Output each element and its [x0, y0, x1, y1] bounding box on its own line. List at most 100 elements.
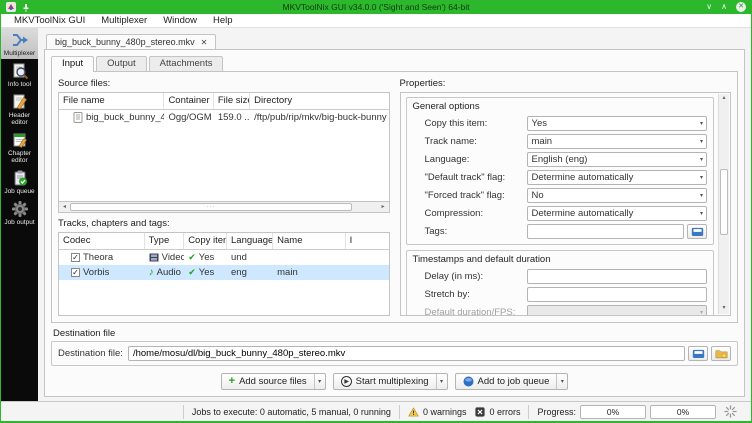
sidebar-item-header-editor[interactable]: Header editor — [1, 90, 38, 128]
scroll-left-icon[interactable]: ◂ — [59, 202, 70, 212]
scrollbar-thumb[interactable] — [720, 168, 728, 235]
scroll-down-icon[interactable]: ▾ — [719, 304, 729, 314]
tracks-label: Tracks, chapters and tags: — [58, 218, 170, 229]
chapter-editor-icon — [13, 133, 27, 148]
destination-file-input[interactable] — [127, 346, 685, 361]
close-button[interactable]: ✕ — [736, 2, 746, 12]
video-icon — [149, 253, 159, 262]
horizontal-scrollbar[interactable]: ◂ ··· ▸ — [58, 202, 390, 213]
group-title: Timestamps and default duration — [412, 254, 551, 265]
menu-bar: MKVToolNix GUI Multiplexer Window Help — [1, 14, 751, 28]
delay-input[interactable] — [526, 269, 707, 284]
sidebar-item-label: Header editor — [8, 112, 31, 126]
stretch-by-input[interactable] — [526, 287, 707, 302]
add-source-files-button[interactable]: + Add source files ▾ — [220, 372, 326, 390]
column-header-file-size[interactable]: File size — [214, 93, 251, 109]
column-header-id[interactable]: I — [346, 233, 389, 249]
column-header-type[interactable]: Type — [145, 233, 185, 249]
destination-browse-button[interactable] — [688, 346, 708, 361]
destination-folder-button[interactable] — [711, 346, 731, 361]
menu-multiplexer[interactable]: Multiplexer — [94, 14, 154, 27]
menu-window[interactable]: Window — [156, 14, 204, 27]
start-multiplexing-button[interactable]: ▶ Start multiplexing ▾ — [332, 372, 448, 390]
sidebar-item-info-tool[interactable]: Info tool — [1, 59, 38, 90]
button-label: Start multiplexing — [355, 375, 429, 387]
column-header-container[interactable]: Container — [164, 93, 214, 109]
scrollbar-thumb[interactable]: ··· — [70, 203, 352, 211]
error-icon — [475, 406, 486, 417]
sidebar-item-multiplexer[interactable]: Multiplexer — [1, 28, 38, 59]
default-duration-select: ▾ — [526, 305, 707, 316]
column-header-file-name[interactable]: File name — [59, 93, 165, 109]
check-icon: ✔ — [188, 267, 196, 277]
multiplexer-icon — [12, 34, 28, 46]
column-header-directory[interactable]: Directory — [250, 93, 388, 109]
tags-input[interactable] — [526, 224, 684, 239]
file-tab[interactable]: big_buck_bunny_480p_stereo.mkv ✕ — [46, 34, 217, 49]
menu-help[interactable]: Help — [206, 14, 240, 27]
track-checkbox[interactable]: ✓ — [71, 268, 80, 277]
chevron-down-icon: ▾ — [699, 310, 703, 316]
minimize-button[interactable]: ∨ — [706, 2, 712, 12]
warning-icon — [408, 406, 419, 416]
forced-track-flag-select[interactable]: No ▾ — [526, 188, 707, 203]
column-header-codec[interactable]: Codec — [59, 233, 145, 249]
field-label: Stretch by: — [424, 289, 470, 300]
default-track-flag-select[interactable]: Determine automatically ▾ — [526, 170, 707, 185]
column-header-copy-item[interactable]: Copy item — [184, 233, 228, 249]
scroll-right-icon[interactable]: ▸ — [378, 202, 389, 212]
cell-codec: Vorbis — [83, 267, 110, 278]
file-panel: Input Output Attachments Source files: F… — [44, 49, 745, 397]
cell-language: eng — [231, 267, 247, 278]
column-header-name[interactable]: Name — [273, 233, 346, 249]
tab-output[interactable]: Output — [96, 56, 147, 71]
jobs-status: Jobs to execute: 0 automatic, 5 manual, … — [182, 404, 399, 419]
copy-this-item-select[interactable]: Yes ▾ — [526, 116, 707, 131]
track-checkbox[interactable]: ✓ — [71, 253, 80, 262]
close-tab-icon[interactable]: ✕ — [201, 38, 208, 47]
maximize-button[interactable]: ∧ — [721, 2, 727, 12]
input-tab-panel: Source files: File name Container File s… — [51, 71, 738, 323]
action-buttons-row: + Add source files ▾ ▶ Start multiplexin… — [51, 370, 738, 392]
compression-select[interactable]: Determine automatically ▾ — [526, 206, 707, 221]
sidebar-item-job-queue[interactable]: Job queue — [1, 166, 38, 197]
cell-copy-item: Yes — [198, 252, 215, 263]
group-title: General options — [412, 101, 480, 112]
app-icon — [6, 2, 16, 12]
sidebar-item-job-output[interactable]: Job output — [1, 197, 38, 228]
chevron-down-icon: ▾ — [699, 139, 703, 145]
plus-icon: + — [228, 374, 236, 387]
start-multiplexing-dropdown[interactable]: ▾ — [435, 373, 447, 389]
tab-attachments[interactable]: Attachments — [148, 56, 224, 71]
add-to-job-queue-button[interactable]: Add to job queue ▾ — [454, 372, 569, 390]
cell-name: main — [277, 267, 298, 278]
sidebar-item-label: Job output — [4, 219, 35, 226]
add-source-files-dropdown[interactable]: ▾ — [313, 373, 325, 389]
language-select[interactable]: English (eng) ▾ — [526, 152, 707, 167]
vertical-scrollbar[interactable]: ▴ ▾ — [718, 94, 729, 314]
table-row[interactable]: ✓ Theora Video ✔ Yes und — [59, 250, 389, 265]
track-name-combo[interactable]: main ▾ — [526, 134, 707, 149]
table-row[interactable]: big_buck_bunny_480p_... Ogg/OGM 159.0 ..… — [59, 110, 389, 125]
chevron-down-icon: ▾ — [699, 175, 703, 181]
destination-group-label: Destination file — [53, 328, 116, 339]
tab-input[interactable]: Input — [51, 56, 95, 72]
progress-label: Progress: — [537, 406, 576, 417]
progress-total: 0% — [650, 404, 716, 419]
field-label: Default duration/FPS: — [424, 307, 516, 316]
tags-browse-button[interactable] — [687, 224, 707, 239]
scroll-up-icon[interactable]: ▴ — [719, 94, 729, 104]
open-file-icon — [692, 349, 704, 358]
job-queue-icon — [14, 170, 27, 186]
add-to-job-queue-dropdown[interactable]: ▾ — [556, 373, 567, 389]
general-options-group: General options Copy this item: Yes ▾ Tr… — [405, 97, 714, 245]
menu-mkvtoolnix-gui[interactable]: MKVToolNix GUI — [7, 14, 92, 27]
jobs-status-text: Jobs to execute: 0 automatic, 5 manual, … — [191, 406, 391, 417]
table-row[interactable]: ✓ Vorbis ♪ Audio ✔ Yes eng main — [59, 265, 389, 280]
sidebar-item-chapter-editor[interactable]: Chapter editor — [1, 128, 38, 166]
pin-icon[interactable] — [22, 3, 30, 12]
file-icon — [73, 112, 83, 123]
column-header-language[interactable]: Language — [227, 233, 274, 249]
window-title: MKVToolNix GUI v34.0.0 ('Sight and Seen'… — [282, 2, 470, 12]
warnings-count: 0 warnings — [422, 406, 467, 417]
